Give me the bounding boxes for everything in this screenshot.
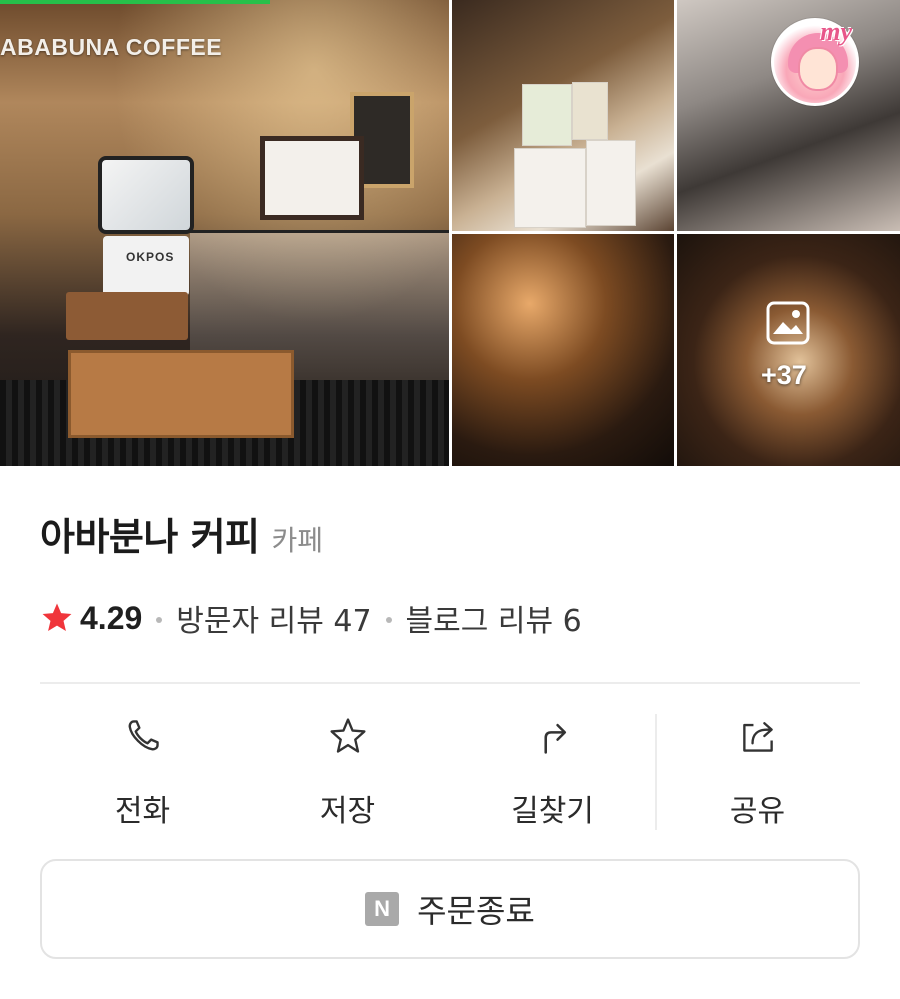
order-status-button[interactable]: N 주문종료 xyxy=(40,859,860,959)
gallery-image-icon xyxy=(766,301,810,345)
pos-brand-text: OKPOS xyxy=(126,250,175,264)
naver-logo-icon: N xyxy=(365,892,400,926)
rating-value: 4.29 xyxy=(80,599,143,636)
directions-label: 길찾기 xyxy=(511,794,594,829)
directions-button[interactable]: 길찾기 xyxy=(450,712,655,830)
pos-screen-decor xyxy=(98,156,194,234)
pos-stand-decor xyxy=(103,236,189,296)
photo-gallery: ABABUNA COFFEE OKPOS my +37 xyxy=(0,0,900,466)
photo-pourover-more[interactable]: +37 xyxy=(677,234,900,466)
photo-portafilter[interactable]: my xyxy=(677,0,900,231)
call-label: 전화 xyxy=(114,794,171,829)
coffee-bag-decor xyxy=(572,82,608,140)
photo-main-storefront[interactable]: ABABUNA COFFEE OKPOS xyxy=(0,0,449,466)
action-separator xyxy=(655,714,657,830)
star-outline-icon xyxy=(329,718,366,753)
blog-review-link[interactable]: 블로그 리뷰 6 xyxy=(406,596,582,640)
call-button[interactable]: 전화 xyxy=(40,712,245,830)
separator-dot xyxy=(385,617,392,623)
coffee-bag-decor xyxy=(522,84,572,146)
separator-dot xyxy=(156,617,163,623)
save-label: 저장 xyxy=(319,794,376,829)
action-bar: 전화 저장 길찾기 공유 xyxy=(40,712,860,830)
star-icon xyxy=(42,603,72,632)
place-category: 카페 xyxy=(271,524,324,557)
coffee-box-decor xyxy=(514,148,586,228)
avatar-tag-text: my xyxy=(820,17,852,46)
menu-board-decor xyxy=(260,136,364,220)
directions-icon xyxy=(543,723,566,754)
photo-espresso-shot[interactable] xyxy=(452,234,674,466)
share-label: 공유 xyxy=(729,794,786,829)
storefront-sign-text: ABABUNA COFFEE xyxy=(0,34,223,60)
photo-coffee-bags[interactable] xyxy=(452,0,674,231)
crate-decor xyxy=(68,350,294,438)
rating-row: 4.29 방문자 리뷰 47 블로그 리뷰 6 xyxy=(40,596,582,640)
place-name: 아바분나 커피 xyxy=(40,515,260,559)
user-avatar[interactable]: my xyxy=(771,17,859,106)
coffee-box-decor xyxy=(586,140,636,226)
more-photos-count: +37 xyxy=(761,360,807,390)
avatar-face-decor xyxy=(798,47,838,91)
section-divider xyxy=(40,682,860,684)
order-status-label: 주문종료 xyxy=(417,892,535,930)
save-button[interactable]: 저장 xyxy=(245,712,450,830)
place-title-row: 아바분나 커피 카페 xyxy=(40,506,323,561)
crate-sign-decor xyxy=(66,292,188,340)
share-button[interactable]: 공유 xyxy=(655,712,860,830)
share-icon xyxy=(742,722,773,752)
visitor-review-link[interactable]: 방문자 리뷰 47 xyxy=(176,596,371,640)
loading-progress-bar xyxy=(0,0,270,4)
phone-icon xyxy=(128,720,159,751)
